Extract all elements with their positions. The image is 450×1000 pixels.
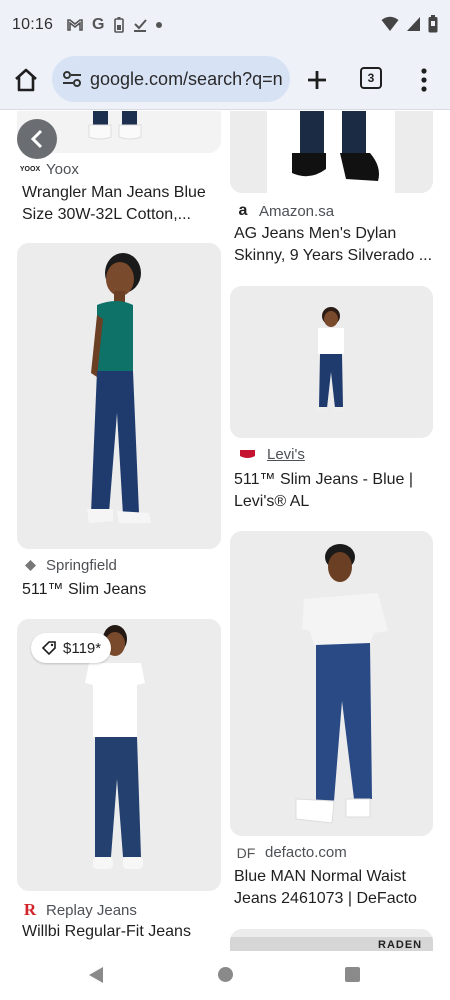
battery-icon — [428, 15, 438, 33]
more-notifications-dot-icon — [155, 22, 162, 28]
chevron-left-icon — [30, 129, 43, 149]
back-button[interactable] — [17, 119, 57, 159]
nav-recents-icon[interactable] — [345, 967, 360, 982]
source-label: Replay Jeans — [46, 901, 137, 919]
site-settings-icon[interactable] — [60, 67, 84, 91]
defacto-logo-icon: DF — [236, 844, 256, 861]
result-source[interactable]: Levi's — [235, 446, 305, 463]
result-title[interactable]: 511™ Slim Jeans — [22, 579, 227, 601]
image-results-grid: YOOX Yoox Wrangler Man Jeans Blue Size 3… — [0, 111, 450, 951]
levis-logo-icon — [235, 449, 259, 460]
signal-icon — [407, 17, 420, 31]
result-source[interactable]: a Amazon.sa — [235, 202, 335, 220]
result-source[interactable]: R Replay Jeans — [22, 900, 137, 920]
wifi-icon — [381, 16, 399, 31]
jeans-model-image — [230, 286, 433, 438]
address-bar[interactable]: google.com/search?q=n — [52, 56, 290, 102]
status-time: 10:16 — [12, 16, 54, 33]
result-image-springfield[interactable] — [17, 243, 221, 549]
google-icon: G — [92, 16, 105, 33]
result-source[interactable]: Springfield — [22, 557, 117, 574]
source-label: defacto.com — [265, 844, 347, 861]
result-image-amazon[interactable] — [230, 111, 433, 193]
source-label: Levi's — [267, 446, 305, 463]
tab-count: 3 — [367, 71, 375, 85]
jeans-model-image — [17, 243, 221, 549]
nav-back-icon[interactable] — [88, 966, 104, 984]
status-bar: 10:16 G — [0, 0, 450, 50]
replay-logo-icon: R — [23, 900, 37, 919]
url-text[interactable]: google.com/search?q=n — [90, 69, 283, 90]
result-source[interactable]: DF defacto.com — [235, 844, 347, 861]
home-icon[interactable] — [12, 66, 40, 94]
partial-image-text: RADEN — [378, 939, 423, 951]
jeans-model-image — [267, 111, 395, 193]
source-label: Amazon.sa — [259, 202, 335, 220]
springfield-logo-icon — [22, 559, 38, 572]
battery-saver-icon — [113, 17, 124, 33]
price-label: $119* — [63, 639, 102, 657]
result-title[interactable]: Blue MAN Normal Waist Jeans 2461073 | De… — [234, 866, 439, 910]
tag-icon — [41, 641, 56, 656]
result-title[interactable]: 511™ Slim Jeans - Blue | Levi's® AL — [234, 469, 439, 513]
price-badge[interactable]: $119* — [31, 633, 112, 663]
amazon-logo-icon: a — [238, 202, 248, 219]
navigation-bar — [0, 951, 450, 1000]
more-options-icon[interactable] — [414, 66, 434, 94]
download-done-icon — [133, 19, 147, 32]
new-tab-icon[interactable] — [302, 65, 332, 95]
result-title[interactable]: Willbi Regular-Fit Jeans — [22, 921, 227, 943]
result-title[interactable]: Wrangler Man Jeans Blue Size 30W-32L Cot… — [22, 182, 227, 226]
jeans-model-image — [230, 531, 433, 836]
nav-home-icon[interactable] — [218, 967, 233, 982]
source-label: Yoox — [46, 161, 79, 178]
yoox-logo-icon: YOOX — [19, 166, 41, 173]
result-source[interactable]: YOOX Yoox — [19, 161, 79, 178]
result-image-defacto[interactable] — [230, 531, 433, 836]
tab-switcher-button[interactable]: 3 — [360, 67, 382, 89]
result-title[interactable]: AG Jeans Men's Dylan Skinny, 9 Years Sil… — [234, 223, 439, 267]
gmail-icon — [67, 19, 83, 31]
result-image-partial[interactable]: RADEN — [230, 929, 433, 951]
notification-icons: G — [67, 16, 162, 34]
result-image-levis[interactable] — [230, 286, 433, 438]
browser-toolbar: google.com/search?q=n 3 — [0, 50, 450, 110]
source-label: Springfield — [46, 557, 117, 574]
